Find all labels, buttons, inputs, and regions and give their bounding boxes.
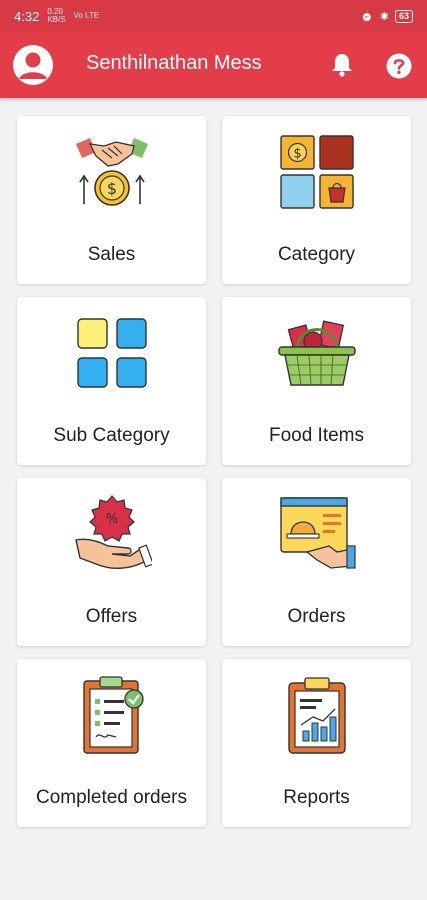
app-bar: Senthilnathan Mess [0,32,427,98]
completed-clipboard-icon [72,675,152,755]
status-bar: 4:32 0.20 KB/S Vo LTE ⏰ ✱ 63 [0,0,427,32]
app-title: Senthilnathan Mess [86,52,262,74]
tile-reports[interactable]: Reports [222,659,411,827]
network-type: Vo LTE [73,11,100,20]
tile-label: Orders [287,606,346,627]
online-order-icon [277,494,357,574]
tile-label: Category [277,244,356,265]
network-speed: 0.20 KB/S [47,7,66,24]
svg-text:$: $ [106,179,116,198]
tile-label: Offers [85,606,138,627]
help-question-icon[interactable] [386,53,412,79]
tile-sub-category[interactable]: Sub Category [17,297,206,465]
tile-offers[interactable]: % Offers [17,478,206,646]
tile-category[interactable]: $ Category [222,116,411,284]
account-circle-icon[interactable] [13,45,53,85]
subcategory-squares-icon [72,313,152,393]
bluetooth-icon: ✱ [379,10,389,23]
offer-hand-icon: % [72,494,154,574]
tile-label: Completed orders [35,787,188,808]
tile-label: Food Items [268,425,365,446]
tile-orders[interactable]: Orders [222,478,411,646]
category-grid-icon: $ [277,132,357,212]
tile-food-items[interactable]: Food Items [222,297,411,465]
svg-text:$: $ [293,147,301,162]
tile-completed-orders[interactable]: Completed orders [17,659,206,827]
status-time: 4:32 [14,8,40,24]
tile-label: Reports [283,787,350,808]
alarm-icon: ⏰ [360,10,374,23]
battery-indicator: 63 [394,9,413,23]
food-basket-icon [277,313,357,393]
tile-sales[interactable]: $ Sales [17,116,206,284]
svg-text:%: % [105,512,117,527]
report-clipboard-icon [277,675,357,755]
notification-bell-icon[interactable] [330,52,354,78]
tile-label: Sales [87,244,136,265]
tile-label: Sub Category [53,425,170,446]
handshake-money-icon: $ [72,132,152,212]
